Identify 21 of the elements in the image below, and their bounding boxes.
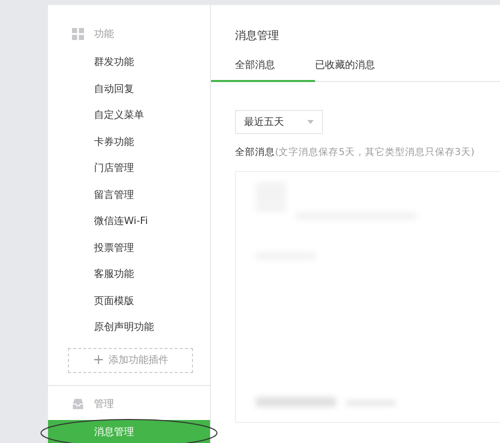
inbox-icon <box>72 398 84 410</box>
page-title: 消息管理 <box>234 28 280 44</box>
tab[interactable]: 全部消息 <box>211 52 315 82</box>
sidebar-item[interactable]: 自定义菜单 <box>48 103 210 130</box>
sidebar-item[interactable]: 卡券功能 <box>48 130 210 156</box>
date-range-dropdown[interactable]: 最近五天 <box>235 110 323 134</box>
caret-icon <box>307 120 314 124</box>
grid-icon <box>72 28 84 40</box>
sidebar-item[interactable]: 页面模版 <box>48 288 210 315</box>
sidebar-item[interactable]: 微信连Wi-Fi <box>48 209 210 236</box>
sidebar-item[interactable]: 投票管理 <box>48 236 210 262</box>
sidebar-item[interactable]: 留言管理 <box>48 182 210 209</box>
section-title: 功能 <box>94 28 114 41</box>
message-note: 全部消息(文字消息保存5天，其它类型消息只保存3天) <box>235 146 476 159</box>
sidebar-item[interactable]: 原创声明功能 <box>48 315 210 342</box>
tab[interactable]: 已收藏的消息 <box>315 52 391 82</box>
sidebar-item[interactable]: 门店管理 <box>48 156 210 182</box>
section-title: 管理 <box>94 398 114 410</box>
sidebar-item[interactable]: 自动回复 <box>48 76 210 103</box>
sidebar-item[interactable]: 群发功能 <box>48 50 210 76</box>
sidebar-item[interactable]: 客服功能 <box>48 262 210 288</box>
